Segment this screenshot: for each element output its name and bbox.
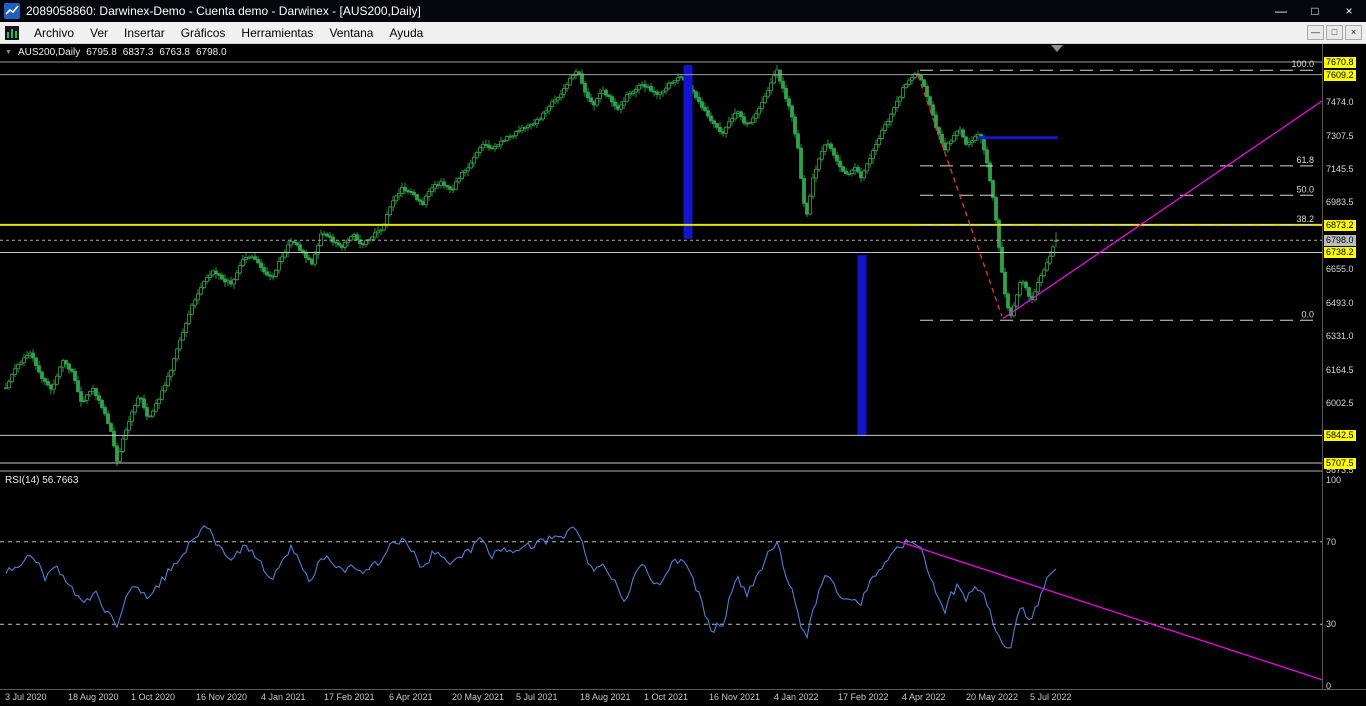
price-line-badge: 5842.5 xyxy=(1324,430,1356,441)
rsi-line xyxy=(6,526,1056,648)
price-line-badge: 7670.8 xyxy=(1324,57,1356,68)
time-axis-label: 18 Aug 2021 xyxy=(580,692,631,702)
time-axis-label: 1 Oct 2020 xyxy=(131,692,175,702)
price-axis-label: 6983.5 xyxy=(1324,197,1356,208)
chart-legend: ▼ AUS200,Daily 6795.8 6837.3 6763.8 6798… xyxy=(5,47,233,58)
menu-insertar[interactable]: Insertar xyxy=(116,22,173,43)
rsi-axis-label: 0 xyxy=(1324,681,1333,692)
one-click-trading-arrow[interactable]: ▼ xyxy=(5,49,12,56)
trendline-red-dashed[interactable] xyxy=(918,75,1002,316)
menu-herramientas[interactable]: Herramientas xyxy=(233,22,321,43)
candles xyxy=(5,65,1058,466)
time-axis-label: 20 May 2021 xyxy=(452,692,504,702)
rsi-axis-label: 70 xyxy=(1324,537,1338,548)
fib-label: 100.0 xyxy=(1291,59,1314,69)
time-axis-label: 17 Feb 2021 xyxy=(324,692,375,702)
chart-workspace: 100.0 61.8 50.0 38.2 0.0 ▼ AUS200,Daily 6795… xyxy=(0,44,1366,706)
time-axis-label: 5 Jul 2021 xyxy=(516,692,558,702)
restore-button[interactable]: □ xyxy=(1298,0,1332,22)
close-button[interactable]: × xyxy=(1332,0,1366,22)
time-axis-label: 4 Jan 2022 xyxy=(774,692,819,702)
blue-vertical-mark xyxy=(858,255,867,435)
window-controls: — □ × xyxy=(1264,0,1366,22)
time-axis-label: 4 Jan 2021 xyxy=(261,692,306,702)
time-axis[interactable]: 3 Jul 2020 18 Aug 2020 1 Oct 2020 16 Nov 20… xyxy=(0,690,1366,706)
minimize-button[interactable]: — xyxy=(1264,0,1298,22)
time-axis-label: 5 Jul 2022 xyxy=(1030,692,1072,702)
chart-window-icon xyxy=(5,26,19,40)
legend-low: 6763.8 xyxy=(159,47,190,58)
current-price-badge: 6798.0 xyxy=(1324,235,1356,246)
legend-symbol: AUS200,Daily xyxy=(18,47,80,58)
price-axis-label: 7307.5 xyxy=(1324,131,1356,142)
price-line-badge: 7609.2 xyxy=(1324,70,1356,81)
window-title: 2089058860: Darwinex-Demo - Cuenta demo … xyxy=(26,4,421,18)
price-axis-label: 6002.5 xyxy=(1324,398,1356,409)
time-axis-label: 4 Apr 2022 xyxy=(902,692,946,702)
menu-items: ArchivoVerInsertarGráficosHerramientasVe… xyxy=(26,22,431,43)
time-axis-label: 16 Nov 2021 xyxy=(709,692,760,702)
time-axis-label: 18 Aug 2020 xyxy=(68,692,119,702)
rsi-axis-label: 100 xyxy=(1324,475,1343,486)
menu-bar: ArchivoVerInsertarGráficosHerramientasVe… xyxy=(0,22,1366,44)
rsi-indicator-chart[interactable] xyxy=(0,472,1322,689)
legend-open: 6795.8 xyxy=(86,47,117,58)
fib-label: 50.0 xyxy=(1296,184,1314,194)
time-axis-label: 1 Oct 2021 xyxy=(644,692,688,702)
trendline-ascending[interactable] xyxy=(1003,101,1322,319)
legend-high: 6837.3 xyxy=(123,47,154,58)
title-bar: 2089058860: Darwinex-Demo - Cuenta demo … xyxy=(0,0,1366,22)
price-chart[interactable]: 100.0 61.8 50.0 38.2 0.0 xyxy=(0,44,1322,470)
app-icon xyxy=(4,3,20,19)
mdi-restore-button[interactable]: □ xyxy=(1326,25,1343,40)
mdi-minimize-button[interactable]: — xyxy=(1307,25,1324,40)
menu-ver[interactable]: Ver xyxy=(82,22,116,43)
rsi-axis-label: 30 xyxy=(1324,619,1338,630)
blue-vertical-mark xyxy=(684,65,693,239)
menu-ayuda[interactable]: Ayuda xyxy=(381,22,431,43)
price-axis-label: 6655.0 xyxy=(1324,264,1356,275)
price-line-badge: 6873.2 xyxy=(1324,220,1356,231)
rsi-trendline[interactable] xyxy=(900,542,1322,680)
chart-shift-marker[interactable] xyxy=(1051,45,1063,52)
price-axis-label: 6164.5 xyxy=(1324,365,1356,376)
menu-ventana[interactable]: Ventana xyxy=(321,22,381,43)
time-axis-label: 3 Jul 2020 xyxy=(5,692,47,702)
menu-archivo[interactable]: Archivo xyxy=(26,22,82,43)
rsi-legend: RSI(14) 56.7663 xyxy=(5,475,78,486)
price-axis-label: 7145.5 xyxy=(1324,164,1356,175)
application-window: 2089058860: Darwinex-Demo - Cuenta demo … xyxy=(0,0,1366,706)
time-axis-label: 6 Apr 2021 xyxy=(389,692,433,702)
mdi-close-button[interactable]: × xyxy=(1345,25,1362,40)
price-axis-label: 6493.0 xyxy=(1324,298,1356,309)
legend-close: 6798.0 xyxy=(196,47,227,58)
fib-label: 38.2 xyxy=(1296,214,1314,224)
time-axis-label: 16 Nov 2020 xyxy=(196,692,247,702)
fib-label: 0.0 xyxy=(1301,309,1314,319)
mdi-window-controls: — □ × xyxy=(1307,25,1366,40)
fibonacci-retracement[interactable]: 100.0 61.8 50.0 38.2 0.0 xyxy=(920,59,1318,320)
menu-graficos[interactable]: Gráficos xyxy=(173,22,234,43)
price-axis[interactable]: 7474.0 7307.5 7145.5 6983.5 6655.0 6493.0 6331… xyxy=(1323,44,1366,689)
price-axis-label: 6331.0 xyxy=(1324,331,1356,342)
price-line-badge: 6738.2 xyxy=(1324,247,1356,258)
price-line-badge: 5707.5 xyxy=(1324,458,1356,469)
price-axis-label: 7474.0 xyxy=(1324,97,1356,108)
horizontal-lines xyxy=(0,62,1322,463)
fib-label: 61.8 xyxy=(1296,155,1314,165)
blue-horizontal-mark xyxy=(978,136,1058,139)
time-axis-label: 20 May 2022 xyxy=(966,692,1018,702)
time-axis-label: 17 Feb 2022 xyxy=(838,692,889,702)
